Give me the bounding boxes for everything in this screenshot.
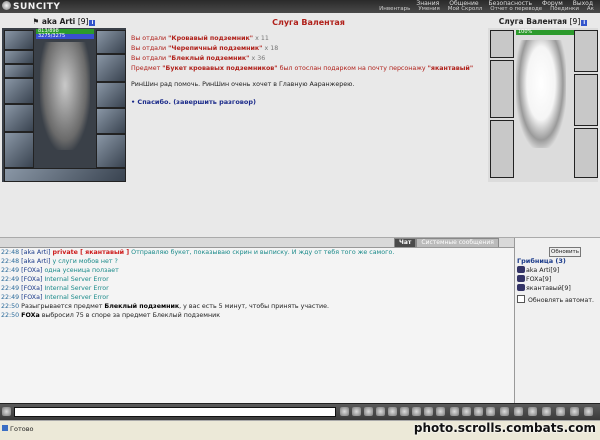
nav-inventory[interactable]: Инвентарь (375, 6, 414, 13)
chat-message: 22:49 [FOXa] Internal Server Error (1, 276, 109, 283)
npc-equipment: 100% (488, 28, 598, 182)
player-name: ⚑ aka Arti [9] i (2, 17, 126, 27)
user-list: aka Arti[9] FOXa[9] якантавый[9] (517, 266, 571, 293)
user-icon (517, 266, 525, 273)
sun-icon (2, 1, 11, 10)
npc-slot (490, 120, 514, 178)
chat-message: 22:49 [FOXa] Internal Server Error (1, 285, 109, 292)
translit-icon[interactable] (388, 407, 397, 416)
chat-message: 22:49 [FOXa] одна усеница ползает (1, 267, 119, 274)
gloves-slot[interactable] (96, 54, 126, 82)
npc-avatar (516, 40, 566, 148)
system-message: 22:50 Разыгрывается предмет Блеклый подз… (1, 303, 330, 310)
user-entry[interactable]: якантавый[9] (517, 284, 571, 293)
given-line: Вы отдали "Кровавый подземник" x 11 (131, 35, 269, 42)
npc-speech: РинШин рад помочь. РинШин очень хочет в … (131, 81, 355, 88)
player-avatar[interactable] (40, 42, 90, 150)
shield-icon[interactable] (514, 407, 523, 416)
helmet-slot[interactable] (4, 30, 34, 50)
earrings-slot[interactable] (4, 50, 34, 64)
user-entry[interactable]: FOXa[9] (517, 275, 571, 284)
belt-slot[interactable] (4, 132, 34, 168)
npc-slot (490, 60, 514, 118)
dialog-answer-link[interactable]: • Спасибо. (завершить разговор) (131, 97, 486, 107)
npc-slot (574, 30, 598, 72)
player-bars: 813/898 3275/3275 (36, 29, 94, 39)
dialog-title: Слуга Валентая (272, 18, 345, 27)
fight-icon[interactable] (500, 407, 509, 416)
npc-slot (574, 74, 598, 126)
weapon-slot[interactable] (4, 78, 34, 104)
chat-message: 22:48 [aka Arti] у слуги мобов нет ? (1, 258, 118, 265)
gift-line: Предмет "Букет кровавых подземников" был… (131, 65, 474, 72)
chat-input-bar (0, 403, 600, 420)
amulet-slot[interactable] (4, 64, 34, 78)
watermark: photo.scrolls.combats.com (413, 421, 596, 435)
mail-icon[interactable] (556, 407, 565, 416)
map-icon[interactable] (462, 407, 471, 416)
auto-update-checkbox[interactable] (517, 295, 525, 303)
send-icon[interactable] (340, 407, 349, 416)
bag-icon[interactable] (486, 407, 495, 416)
potion-icon[interactable] (542, 407, 551, 416)
given-line: Вы отдали "Блеклый подземник" x 36 (131, 55, 266, 62)
filter-icon[interactable] (376, 407, 385, 416)
npc-slot (574, 128, 598, 178)
npc-name: Слуга Валентая [9] i (488, 17, 598, 27)
magic-icon[interactable] (528, 407, 537, 416)
user-icon (517, 275, 525, 282)
nav-my-scroll[interactable]: Мой Скролл (444, 6, 486, 13)
book-icon[interactable] (474, 407, 483, 416)
face-icon[interactable] (450, 407, 459, 416)
sound-icon[interactable] (400, 407, 409, 416)
nav-duels[interactable]: Поединки (546, 6, 583, 13)
exit-icon[interactable] (584, 407, 593, 416)
info-icon[interactable]: i (89, 20, 96, 26)
npc-slot (490, 30, 514, 58)
clan-icon: ⚑ (32, 17, 42, 26)
nav-skills[interactable]: Умения (414, 6, 443, 13)
bracers-slot[interactable] (96, 30, 126, 54)
given-line: Вы отдали "Черепичный подземник" x 18 (131, 45, 279, 52)
boots-slot[interactable] (96, 134, 126, 168)
user-icon (517, 284, 525, 291)
player-panel: ⚑ aka Arti [9] i 813/898 3275/3275 (2, 17, 126, 182)
status-text: Готово (10, 425, 34, 433)
ring-slot[interactable] (96, 108, 126, 134)
armor-slot[interactable] (4, 104, 34, 132)
player-equipment: 813/898 3275/3275 (2, 28, 126, 182)
user-entry[interactable]: aka Arti[9] (517, 266, 571, 275)
nav-more[interactable]: Ак (583, 6, 598, 13)
status-bar: Готово photo.scrolls.combats.com (0, 420, 600, 440)
top-bar: SUNCITY Знания Общение Безопасность Фору… (0, 0, 600, 14)
main-area: ⚑ aka Arti [9] i 813/898 3275/3275 Слуга … (0, 13, 600, 238)
info-icon[interactable]: i (581, 20, 588, 26)
settings-icon[interactable] (436, 407, 445, 416)
refresh-button[interactable]: Обновить (549, 247, 581, 257)
shield-slot[interactable] (96, 82, 126, 108)
nav-transfer-report[interactable]: Отчет о переводе (486, 6, 546, 13)
users-panel: Обновить Грибница (3) aka Arti[9] FOXa[9… (514, 238, 600, 403)
chat-menu-icon[interactable] (2, 407, 11, 416)
chat-log: 22:48 [aka Arti] private [ якантавый ] О… (0, 247, 514, 404)
logo: SUNCITY (2, 1, 60, 12)
pocket-slots[interactable] (4, 168, 126, 182)
sub-nav: Инвентарь Умения Мой Скролл Отчет о пере… (375, 6, 598, 13)
npc-dialog: Слуга Валентая Вы отдали "Кровавый подзе… (131, 18, 486, 107)
npc-panel: Слуга Валентая [9] i 100% (488, 17, 598, 182)
chat-input[interactable] (14, 407, 336, 417)
mana-bar: 3275/3275 (36, 34, 94, 39)
room-name: Грибница (3) (517, 257, 566, 265)
auto-update-option: Обновлять автомат. (517, 295, 594, 304)
chat-message: 22:49 [FOXa] Internal Server Error (1, 294, 109, 301)
system-message: 22:50 FOXa выбросил 75 в споре за предме… (1, 312, 221, 319)
group-icon[interactable] (570, 407, 579, 416)
smiley-icon[interactable] (364, 407, 373, 416)
hands-icon[interactable] (424, 407, 433, 416)
clear-icon[interactable] (352, 407, 361, 416)
npc-hp-bar: 100% (516, 30, 574, 35)
scroll-icon[interactable] (412, 407, 421, 416)
browser-page-icon (2, 425, 8, 431)
chat-message: 22:48 [aka Arti] private [ якантавый ] О… (1, 249, 395, 256)
